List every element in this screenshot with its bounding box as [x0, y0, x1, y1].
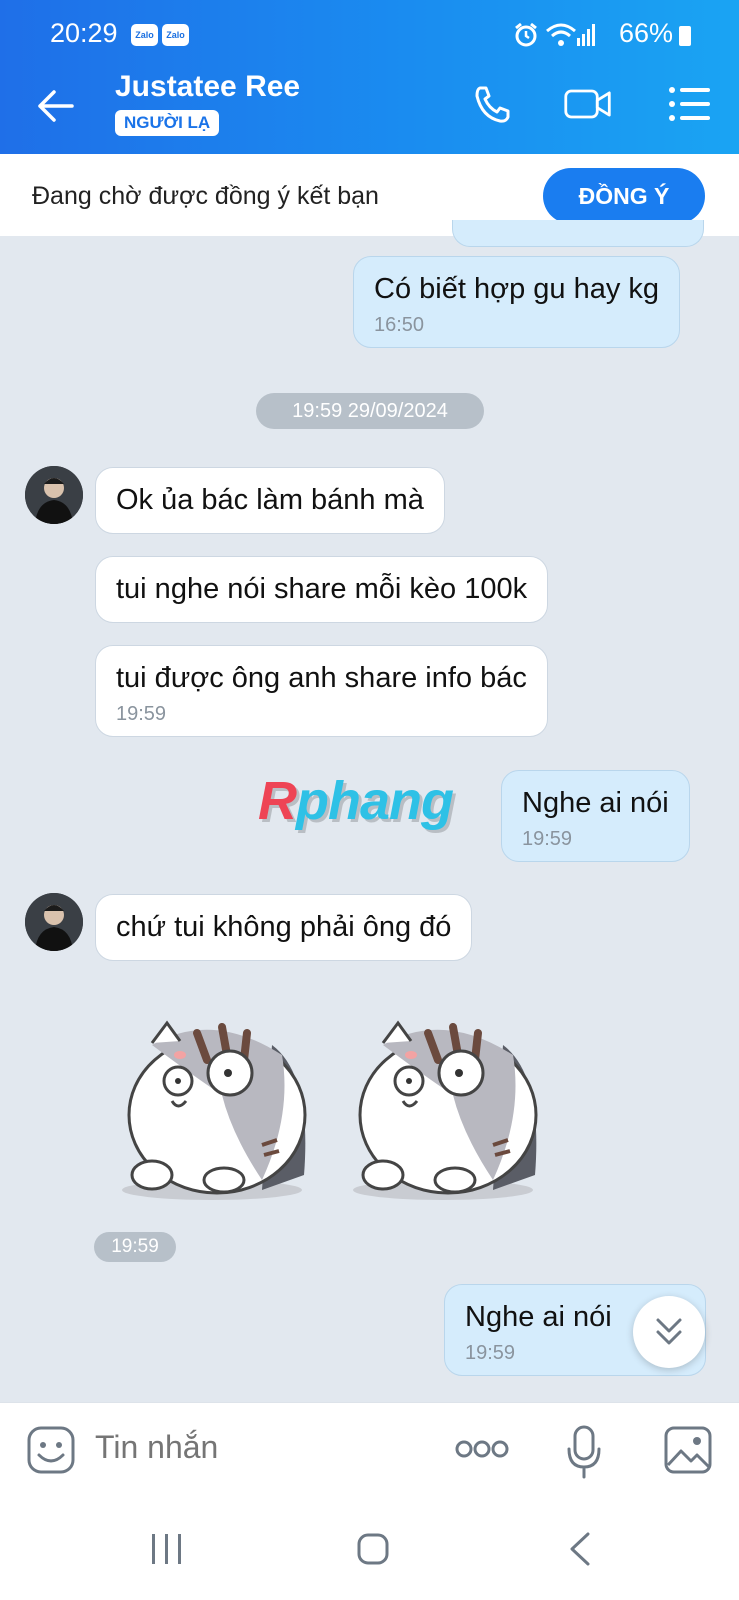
emoji-icon[interactable] — [26, 1425, 76, 1475]
watermark: Rphang — [258, 771, 454, 831]
message-time: 16:50 — [374, 314, 425, 336]
message-bubble-out[interactable]: Có biết hợp gu hay kg 16:50 — [353, 256, 681, 348]
message-text: tui được ông anh share info bác — [116, 662, 527, 694]
double-chevron-down-icon — [656, 1318, 682, 1345]
message-bubble-in[interactable]: tui nghe nói share mỗi kèo 100k — [95, 556, 549, 623]
message-bubble-in[interactable]: chứ tui không phải ông đó — [95, 894, 473, 961]
message-text: Có biết hợp gu hay kg — [374, 273, 660, 305]
avatar[interactable] — [25, 893, 83, 951]
scroll-to-bottom-button[interactable] — [633, 1296, 705, 1368]
status-time: 20:29 — [50, 18, 118, 48]
message-text: tui nghe nói share mỗi kèo 100k — [116, 573, 528, 605]
sticker-time: 19:59 — [94, 1232, 176, 1262]
back-arrow-icon[interactable] — [34, 84, 78, 128]
date-separator: 19:59 29/09/2024 — [256, 393, 484, 429]
message-text: Nghe ai nói — [522, 787, 669, 819]
zalo-notification-icon: Zalo — [162, 24, 189, 46]
video-call-icon[interactable] — [563, 82, 613, 126]
accept-button[interactable]: ĐỒNG Ý — [543, 168, 705, 224]
avatar[interactable] — [25, 466, 83, 524]
more-dots-icon[interactable] — [455, 1439, 509, 1459]
wifi-icon — [546, 23, 576, 46]
message-text: Ok ủa bác làm bánh mà — [116, 484, 424, 516]
signal-icon — [577, 24, 595, 46]
message-time: 19:59 — [116, 703, 167, 725]
message-text: Nghe ai nói — [465, 1301, 612, 1333]
microphone-icon[interactable] — [566, 1425, 602, 1479]
back-icon[interactable] — [568, 1532, 592, 1566]
system-nav-bar — [0, 1502, 739, 1600]
home-icon[interactable] — [356, 1532, 390, 1566]
alarm-icon — [515, 22, 537, 47]
message-input[interactable] — [95, 1429, 395, 1466]
image-icon[interactable] — [663, 1425, 713, 1475]
battery-percent: 66% — [618, 18, 673, 48]
message-text: chứ tui không phải ông đó — [116, 911, 452, 943]
cat-sticker[interactable] — [112, 1015, 317, 1205]
contact-name[interactable]: Justatee Ree — [115, 70, 300, 104]
phone-icon[interactable] — [468, 82, 518, 126]
message-composer — [0, 1402, 739, 1502]
cat-sticker[interactable] — [343, 1015, 548, 1205]
message-bubble-out[interactable]: Nghe ai nói 19:59 — [501, 770, 690, 862]
top-bar: 20:29 Zalo Zalo 66% Justatee Ree NGƯỜI L… — [0, 0, 739, 154]
pending-text: Đang chờ được đồng ý kết bạn — [32, 182, 379, 210]
zalo-notification-icon: Zalo — [131, 24, 158, 46]
stranger-badge: NGƯỜI LẠ — [115, 110, 220, 136]
status-bar: 20:29 Zalo Zalo 66% — [0, 0, 739, 56]
recent-apps-icon[interactable] — [150, 1532, 184, 1566]
message-bubble-partial — [452, 220, 704, 247]
message-bubble-in[interactable]: tui được ông anh share info bác 19:59 — [95, 645, 548, 737]
menu-list-icon[interactable] — [665, 82, 715, 126]
battery-icon — [679, 26, 691, 46]
message-time: 19:59 — [522, 828, 573, 850]
message-bubble-in[interactable]: Ok ủa bác làm bánh mà — [95, 467, 445, 534]
